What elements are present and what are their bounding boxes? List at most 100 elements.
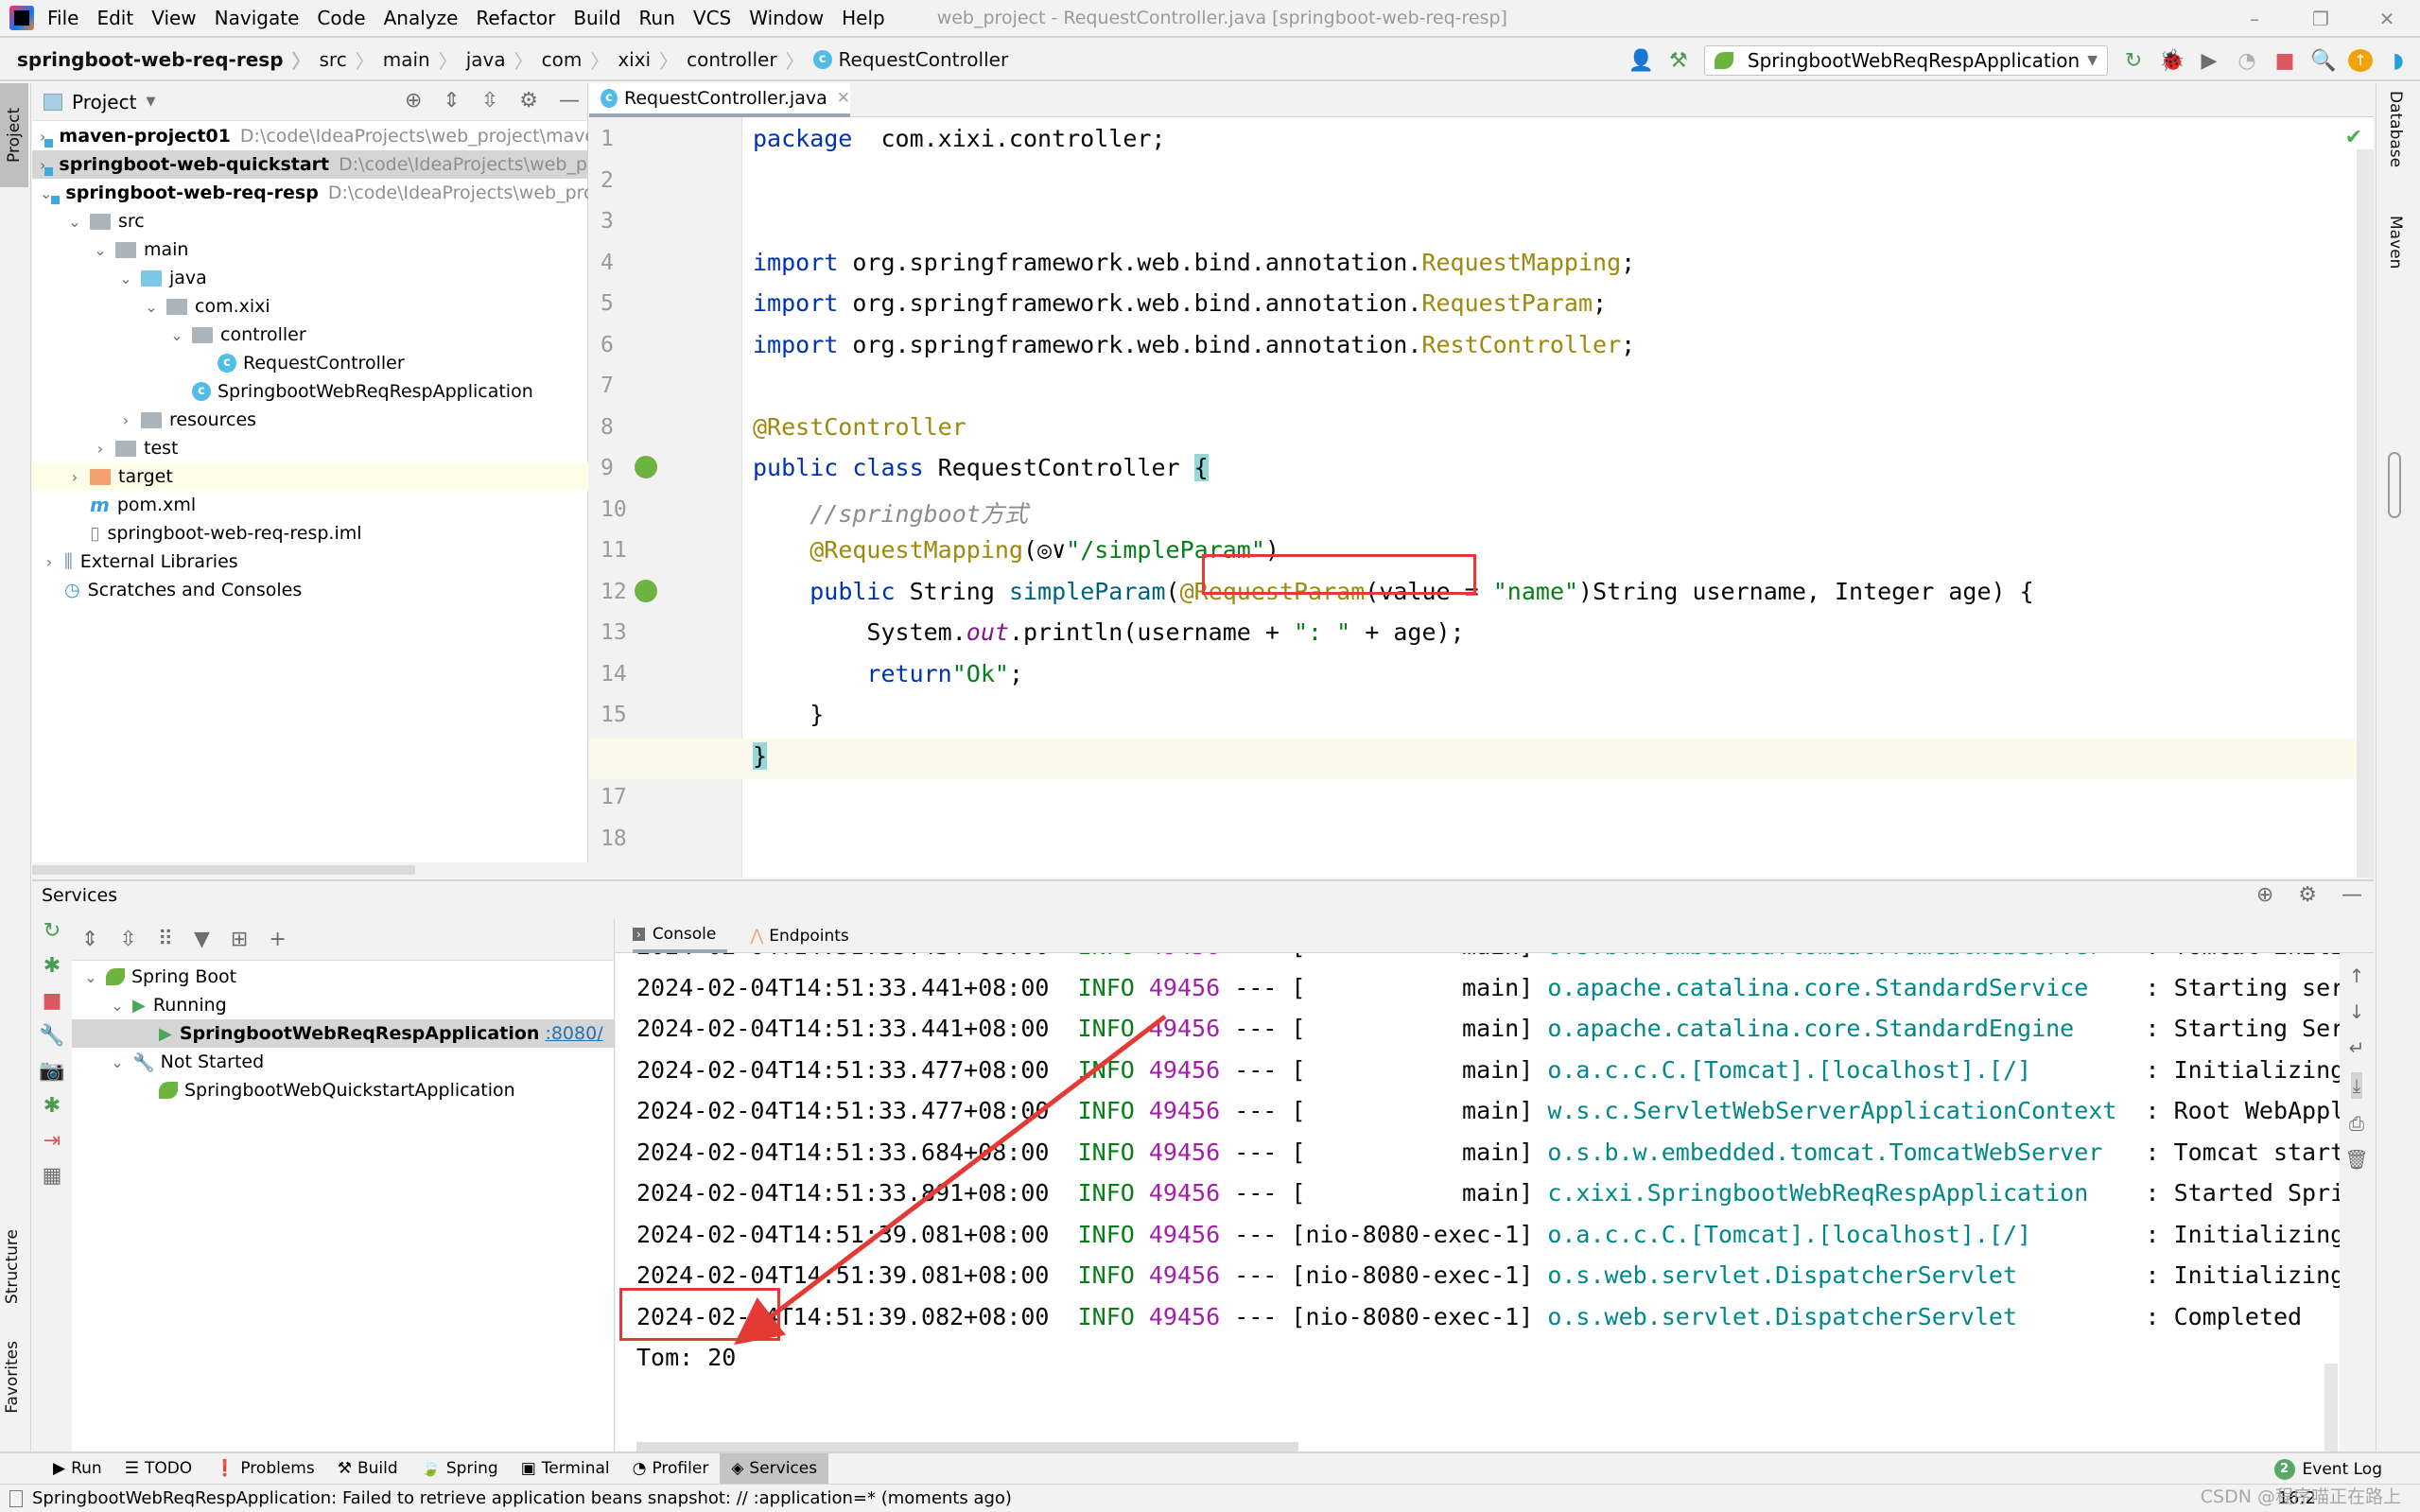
scroll-to-end-icon[interactable]: ⤓ [2350, 1072, 2363, 1099]
tree-item[interactable]: › test [32, 434, 588, 462]
run-configuration-dropdown[interactable]: SpringbootWebReqRespApplication ▼ [1703, 45, 2108, 76]
breadcrumb-item[interactable]: main 〉 [383, 46, 466, 74]
tool-spring[interactable]: 🍃 Spring [409, 1453, 510, 1484]
scrollbar-thumb[interactable] [32, 865, 415, 875]
tree-item[interactable]: ⌄ springboot-web-req-resp D:\code\IdeaProj… [32, 179, 588, 207]
tool-build[interactable]: ⚒ Build [326, 1453, 409, 1484]
rerun-icon[interactable]: ↻ [2121, 49, 2146, 73]
tree-item[interactable]: c RequestController [32, 349, 588, 377]
menu-edit[interactable]: Edit [96, 7, 133, 29]
tab-endpoints[interactable]: ⋀ Endpoints [750, 927, 848, 946]
tool-tab-structure[interactable]: Structure [3, 1229, 22, 1304]
exit-icon[interactable]: ⇥ [44, 1129, 61, 1153]
expand-all-icon[interactable]: ⇕ [443, 89, 460, 113]
menu-window[interactable]: Window [749, 7, 824, 29]
event-log-button[interactable]: 2 Event Log [2273, 1459, 2382, 1480]
menu-vcs[interactable]: VCS [693, 7, 731, 29]
tree-item[interactable]: ◷ Scratches and Consoles [32, 576, 588, 604]
wrench-icon[interactable]: 🔧 [39, 1024, 64, 1048]
add-service-icon[interactable]: + [269, 928, 286, 951]
console-output[interactable]: 2024-02-04T14:51:33.434+08:00 INFO 49456… [636, 953, 2358, 1435]
build-hammer-icon[interactable]: ⚒ [1666, 49, 1691, 73]
chevron-down-icon[interactable]: ⌄ [116, 269, 135, 287]
menu-navigate[interactable]: Navigate [215, 7, 300, 29]
tree-item[interactable]: ⌄ main [32, 235, 588, 264]
tool-tab-project[interactable]: Project [0, 83, 28, 187]
tree-item[interactable]: › springboot-web-quickstart D:\code\IdeaPr… [32, 150, 588, 179]
tool-services[interactable]: ◈ Services [720, 1453, 829, 1484]
hide-icon[interactable]: — [559, 89, 580, 113]
tool-tab-database[interactable]: Database [2386, 91, 2405, 167]
memory-indicator[interactable] [2388, 452, 2401, 518]
service-item[interactable]: SpringbootWebQuickstartApplication [72, 1076, 615, 1104]
chevron-right-icon[interactable]: › [116, 411, 135, 429]
service-item[interactable]: ⌄ 🔧 Not Started [72, 1048, 615, 1076]
camera-icon[interactable]: 📷 [39, 1059, 64, 1083]
tree-item[interactable]: › ⫼ External Libraries [32, 547, 588, 576]
restore-button[interactable]: ❐ [2288, 8, 2354, 30]
chevron-down-icon[interactable]: ⌄ [81, 968, 100, 986]
tool-todo[interactable]: ☰ TODO [113, 1453, 204, 1484]
breadcrumb-item[interactable]: c RequestController [812, 48, 1008, 71]
down-arrow-icon[interactable]: ↓ [2349, 1000, 2365, 1023]
spring-bean-gutter-icon[interactable] [635, 456, 657, 478]
menu-code[interactable]: Code [317, 7, 365, 29]
debug-icon[interactable]: ✱ [44, 954, 61, 978]
search-icon[interactable]: 🔍 [2310, 49, 2336, 73]
gear-icon[interactable]: ⚙ [2298, 883, 2317, 907]
chevron-down-icon[interactable]: ▼ [146, 95, 155, 109]
menu-analyze[interactable]: Analyze [384, 7, 459, 29]
service-item[interactable]: ⌄ ▶ Running [72, 991, 615, 1019]
tree-item[interactable]: ⌄ src [32, 207, 588, 235]
locate-icon[interactable]: ⊕ [405, 89, 422, 113]
jetbrains-toolbox-icon[interactable]: ◗ [2386, 49, 2411, 73]
stop-icon[interactable]: ■ [2272, 49, 2297, 73]
tool-profiler[interactable]: ◔ Profiler [621, 1453, 721, 1484]
project-view-selector[interactable]: Project [72, 91, 136, 113]
group-by-icon[interactable]: ⠿ [158, 928, 173, 951]
menu-file[interactable]: File [47, 7, 78, 29]
menu-build[interactable]: Build [573, 7, 620, 29]
rerun-icon[interactable]: ↻ [44, 919, 61, 943]
tree-item[interactable]: › target [32, 462, 588, 491]
new-tab-icon[interactable]: ⊞ [231, 928, 248, 951]
breadcrumb-item[interactable]: java 〉 [466, 46, 542, 74]
collapse-all-icon[interactable]: ⇳ [481, 89, 498, 113]
spring-bean-gutter-icon[interactable] [635, 579, 657, 602]
status-message[interactable]: SpringbootWebReqRespApplication: Failed … [32, 1488, 1012, 1508]
tree-item[interactable]: ⌄ controller [32, 321, 588, 349]
tool-tab-favorites[interactable]: Favorites [3, 1341, 22, 1414]
chevron-right-icon[interactable]: › [40, 553, 59, 571]
minimize-button[interactable]: – [2221, 8, 2288, 30]
service-item[interactable]: ▶ SpringbootWebReqRespApplication:8080/ [72, 1019, 615, 1048]
breadcrumb-item[interactable]: src 〉 [320, 46, 383, 74]
menu-view[interactable]: View [151, 7, 196, 29]
layout-icon[interactable]: ▦ [43, 1164, 62, 1188]
breadcrumb-item[interactable]: com 〉 [542, 46, 618, 74]
breadcrumb-item[interactable]: xixi 〉 [618, 46, 687, 74]
chevron-down-icon[interactable]: ⌄ [108, 1053, 127, 1071]
locate-icon[interactable]: ⊕ [2256, 883, 2273, 907]
soft-wrap-icon[interactable]: ↵ [2349, 1036, 2365, 1059]
chevron-down-icon[interactable]: ⌄ [167, 326, 186, 344]
print-icon[interactable]: ⎙ [2349, 1112, 2364, 1135]
menu-help[interactable]: Help [842, 7, 885, 29]
collapse-all-icon[interactable]: ⇳ [119, 928, 136, 951]
tree-item[interactable]: › maven-project01 D:\code\IdeaProjects\web… [32, 122, 588, 150]
service-item[interactable]: ⌄ Spring Boot [72, 963, 615, 991]
chevron-down-icon[interactable]: ⌄ [142, 298, 161, 316]
port-link[interactable]: :8080/ [545, 1023, 602, 1044]
gear-icon[interactable]: ⚙ [519, 89, 538, 113]
up-arrow-icon[interactable]: ↑ [2349, 965, 2365, 987]
tree-item[interactable]: c SpringbootWebReqRespApplication [32, 377, 588, 406]
close-tab-icon[interactable]: ✕ [837, 89, 850, 108]
horizontal-scrollbar[interactable] [32, 862, 588, 878]
tab-requestcontroller[interactable]: c RequestController.java ✕ [589, 83, 850, 117]
status-toggle-icon[interactable] [9, 1489, 23, 1507]
expand-all-icon[interactable]: ⇕ [81, 928, 98, 951]
close-button[interactable]: ✕ [2354, 8, 2420, 30]
chevron-down-icon[interactable]: ⌄ [40, 184, 52, 202]
chevron-right-icon[interactable]: › [91, 440, 110, 458]
attach-debugger-icon[interactable]: ✱ [44, 1094, 61, 1118]
menu-refactor[interactable]: Refactor [476, 7, 555, 29]
